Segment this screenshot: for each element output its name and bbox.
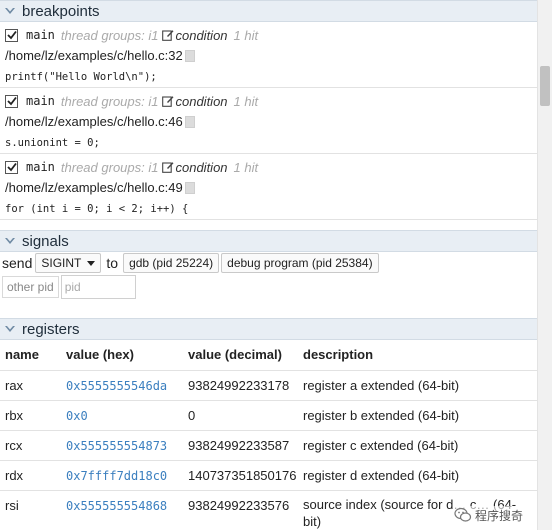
- column-header-decimal[interactable]: value (decimal): [188, 347, 282, 362]
- breakpoint-checkbox[interactable]: [5, 160, 18, 174]
- table-row: rcx 0x555555554873 93824992233587 regist…: [0, 431, 537, 461]
- registers-section-header[interactable]: registers: [0, 318, 537, 340]
- breakpoint-checkbox[interactable]: [5, 94, 18, 108]
- signal-select[interactable]: SIGINT: [35, 253, 102, 273]
- breakpoint-condition-link[interactable]: condition: [175, 160, 227, 175]
- gdb-pid-button[interactable]: gdb (pid 25224): [123, 253, 220, 273]
- check-icon: [6, 30, 17, 40]
- breakpoint-location-text: /home/lz/examples/c/hello.c:49: [5, 180, 183, 195]
- registers-table: name value (hex) value (decimal) descrip…: [0, 340, 537, 530]
- register-decimal-value: 93824992233178: [188, 378, 290, 393]
- table-row: rdx 0x7ffff7dd18c0 140737351850176 regis…: [0, 461, 537, 491]
- register-name: rsi: [5, 498, 19, 513]
- register-hex-value[interactable]: 0x0: [66, 409, 88, 423]
- register-description: register c extended (64-bit): [303, 438, 459, 453]
- delete-breakpoint-icon[interactable]: [184, 49, 195, 62]
- register-hex-value[interactable]: 0x555555554873: [66, 439, 167, 453]
- register-description: register b extended (64-bit): [303, 408, 460, 423]
- edit-icon[interactable]: [162, 95, 174, 107]
- breakpoint-item: main thread groups: i1 condition 1 hit /…: [0, 154, 537, 220]
- send-signal-row: send SIGINT to gdb (pid 25224) debug pro…: [2, 252, 381, 274]
- pid-input[interactable]: pid: [60, 275, 136, 299]
- breakpoint-hit-count: 1 hit: [233, 159, 259, 175]
- breakpoint-source-line: for (int i = 0; i < 2; i++) {: [5, 203, 189, 215]
- watermark-text: 程序搜奇: [474, 508, 523, 523]
- registers-table-header: name value (hex) value (decimal) descrip…: [0, 340, 537, 371]
- chevron-down-icon: [5, 326, 15, 332]
- check-icon: [6, 96, 17, 106]
- breakpoint-location-text: /home/lz/examples/c/hello.c:32: [5, 48, 183, 63]
- breakpoint-location[interactable]: /home/lz/examples/c/hello.c:46: [5, 114, 195, 129]
- table-row: rax 0x5555555546da 93824992233178 regist…: [0, 371, 537, 401]
- edit-icon[interactable]: [162, 161, 174, 173]
- chevron-down-icon: [5, 238, 15, 244]
- register-decimal-value: 93824992233587: [188, 438, 290, 453]
- breakpoint-condition-link[interactable]: condition: [175, 94, 227, 109]
- delete-breakpoint-icon[interactable]: [184, 115, 195, 128]
- debug-program-pid-button[interactable]: debug program (pid 25384): [221, 253, 379, 273]
- register-hex-value[interactable]: 0x7ffff7dd18c0: [66, 469, 167, 483]
- column-header-name[interactable]: name: [5, 347, 39, 362]
- breakpoint-checkbox[interactable]: [5, 28, 18, 42]
- register-hex-value[interactable]: 0x5555555546da: [66, 379, 167, 393]
- breakpoints-section-header[interactable]: breakpoints: [0, 0, 537, 22]
- register-decimal-value: 0: [188, 408, 196, 423]
- to-label: to: [106, 255, 119, 271]
- breakpoint-item: main thread groups: i1 condition 1 hit /…: [0, 22, 537, 88]
- breakpoint-thread-groups: thread groups: i1: [60, 159, 159, 175]
- scrollbar-thumb[interactable]: [540, 66, 550, 106]
- signals-section-header[interactable]: signals: [0, 230, 537, 252]
- watermark: 程序搜奇: [453, 506, 523, 524]
- wechat-icon: [454, 507, 472, 522]
- register-decimal-value: 93824992233576: [188, 498, 290, 513]
- table-row: rbx 0x0 0 register b extended (64-bit): [0, 401, 537, 431]
- check-icon: [6, 162, 17, 172]
- column-header-description[interactable]: description: [303, 347, 373, 362]
- breakpoint-hit-count: 1 hit: [233, 93, 259, 109]
- chevron-down-icon: [5, 8, 15, 14]
- register-description: register d extended (64-bit): [303, 468, 460, 483]
- register-hex-value[interactable]: 0x555555554868: [66, 499, 167, 513]
- signal-select-value: SIGINT: [41, 256, 82, 270]
- register-name: rcx: [5, 438, 23, 453]
- breakpoint-location-text: /home/lz/examples/c/hello.c:46: [5, 114, 183, 129]
- signals-title: signals: [22, 232, 69, 250]
- edit-icon[interactable]: [162, 29, 174, 41]
- register-decimal-value: 140737351850176: [188, 468, 297, 483]
- breakpoint-source-line: s.unionint = 0;: [5, 137, 100, 149]
- column-header-hex[interactable]: value (hex): [66, 347, 134, 362]
- other-pid-row: other pid pid: [2, 275, 136, 299]
- breakpoint-item: main thread groups: i1 condition 1 hit /…: [0, 88, 537, 154]
- breakpoint-thread-groups: thread groups: i1: [60, 27, 159, 43]
- vertical-scrollbar[interactable]: [537, 0, 552, 530]
- breakpoint-condition-link[interactable]: condition: [175, 28, 227, 43]
- register-description: register a extended (64-bit): [303, 378, 460, 393]
- register-name: rbx: [5, 408, 24, 423]
- breakpoint-hit-count: 1 hit: [233, 27, 259, 43]
- breakpoint-location[interactable]: /home/lz/examples/c/hello.c:49: [5, 180, 195, 195]
- breakpoint-function: main: [26, 94, 55, 108]
- registers-title: registers: [22, 320, 80, 338]
- register-name: rdx: [5, 468, 24, 483]
- breakpoints-title: breakpoints: [22, 2, 100, 20]
- breakpoint-function: main: [26, 28, 55, 42]
- other-pid-button[interactable]: other pid: [2, 276, 59, 298]
- breakpoint-source-line: printf("Hello World\n");: [5, 71, 157, 83]
- breakpoint-thread-groups: thread groups: i1: [60, 93, 159, 109]
- gdbgui-panel: breakpoints main thread groups: i1 condi…: [0, 0, 537, 530]
- breakpoint-function: main: [26, 160, 55, 174]
- breakpoint-location[interactable]: /home/lz/examples/c/hello.c:32: [5, 48, 195, 63]
- caret-down-icon: [87, 260, 96, 266]
- send-label: send: [2, 255, 33, 271]
- delete-breakpoint-icon[interactable]: [184, 181, 195, 194]
- register-name: rax: [5, 378, 24, 393]
